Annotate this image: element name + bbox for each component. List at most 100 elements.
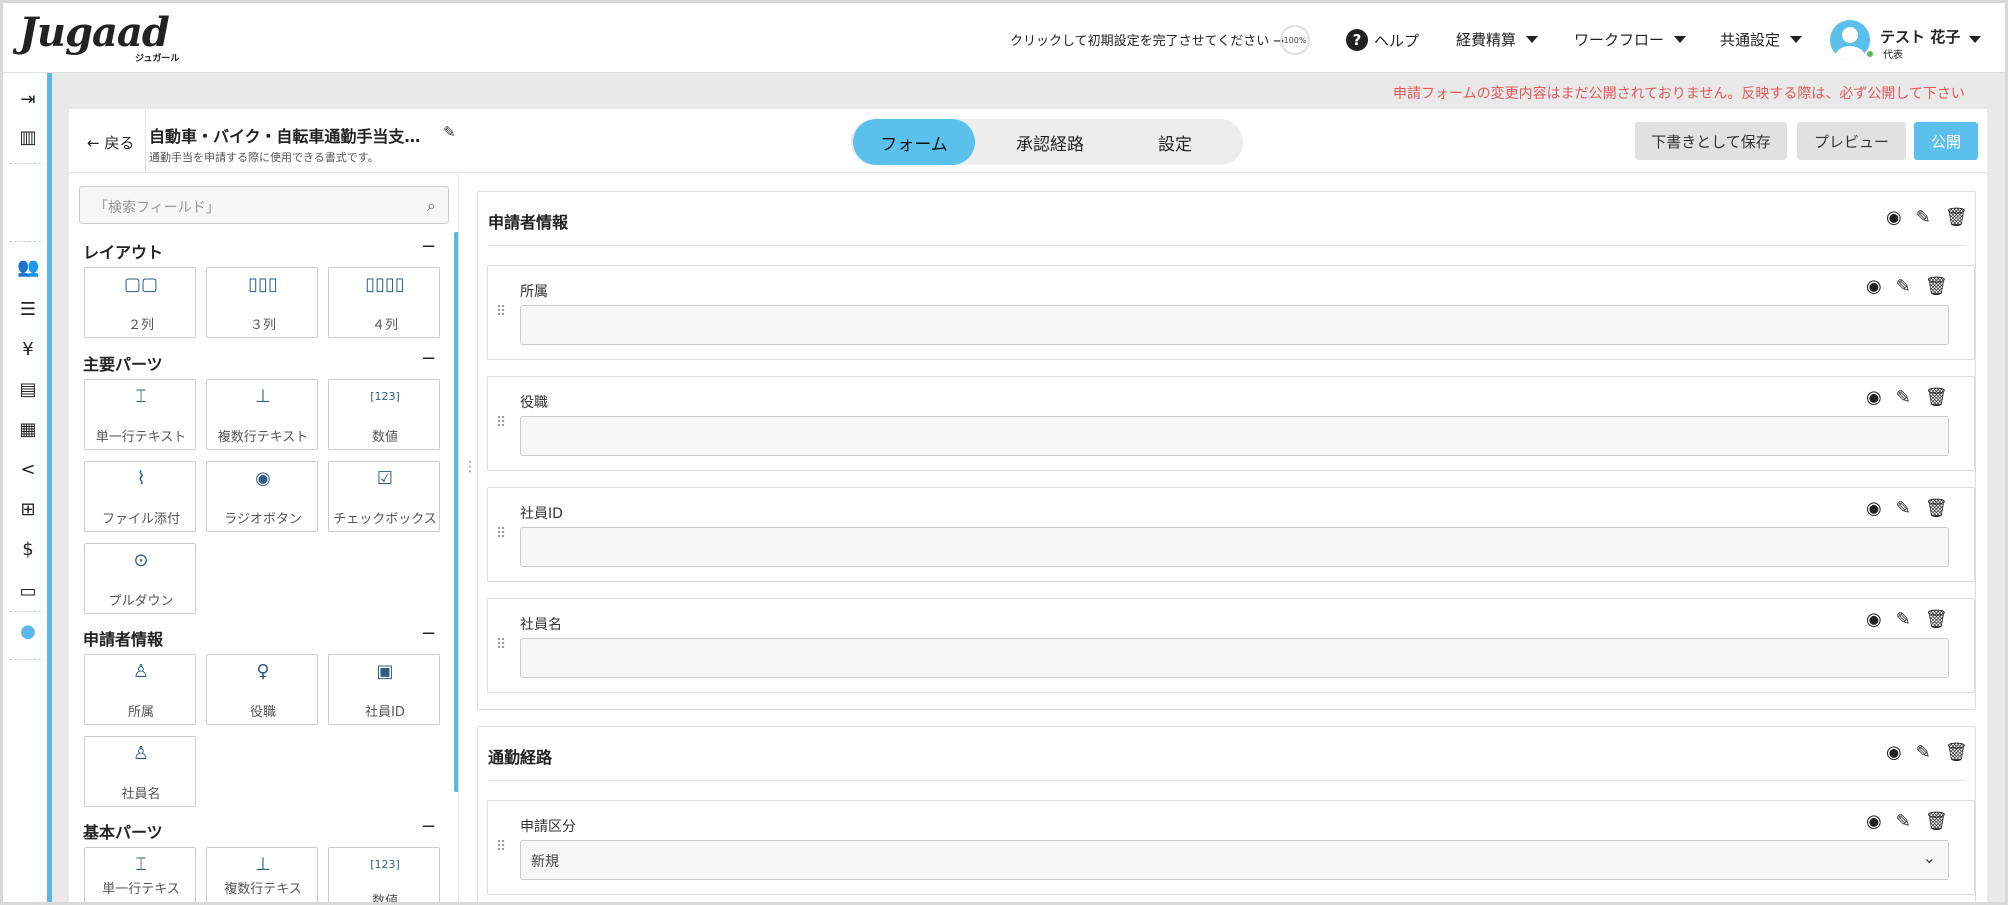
trash-icon[interactable]: 🗑 [1925, 276, 1948, 297]
field-search-input[interactable]: 「検索フィールド」 ⌕ [79, 186, 449, 224]
back-button[interactable]: ← 戻る [87, 132, 134, 153]
preview-button[interactable]: プレビュー [1797, 122, 1906, 160]
tile-employee-name[interactable]: ♙ 社員名 [84, 736, 196, 807]
edit-title-pencil-icon[interactable]: ✎ [443, 123, 456, 141]
field-application-type[interactable]: ⠿ 申請区分 ◉ ✎ 🗑 新規 ⌄ [487, 800, 1975, 895]
pencil-icon[interactable]: ✎ [1896, 387, 1911, 408]
users-icon[interactable]: 👥 [17, 257, 39, 279]
chevron-down-icon: ⌄ [1922, 848, 1936, 867]
dollar-doc-icon[interactable]: $ [17, 539, 39, 561]
menu-expense[interactable]: 経費精算 [1456, 29, 1539, 50]
drag-handle-icon[interactable]: ⠿ [496, 526, 506, 542]
share-icon[interactable]: < [17, 459, 39, 481]
trash-icon[interactable]: 🗑 [1925, 387, 1948, 408]
receipt-icon[interactable]: ▤ [17, 379, 39, 401]
help-label: ヘルプ [1374, 31, 1420, 50]
text-input-icon: ⌶ [135, 854, 147, 875]
tile-2-columns[interactable]: ▢▢ ２列 [84, 267, 196, 338]
pencil-icon[interactable]: ✎ [1916, 207, 1931, 228]
trash-icon[interactable]: 🗑 [1945, 207, 1968, 228]
field-position[interactable]: ⠿ 役職 ◉ ✎ 🗑 [487, 376, 1975, 471]
book-icon[interactable]: ▦ [17, 419, 39, 441]
publish-button[interactable]: 公開 [1914, 122, 1978, 160]
three-column-icon: ▯▯▯ [248, 274, 278, 295]
tile-checkbox[interactable]: ☑ チェックボックス [328, 461, 440, 532]
tile-single-line-text[interactable]: ⌶ 単一行テキスト [84, 379, 196, 450]
tile-file-attach[interactable]: ⌇ ファイル添付 [84, 461, 196, 532]
trash-icon[interactable]: 🗑 [1925, 498, 1948, 519]
pencil-icon[interactable]: ✎ [1916, 742, 1931, 763]
setup-progress[interactable]: 100% [1280, 25, 1310, 55]
field-actions: ◉ ✎ 🗑 [1866, 811, 1948, 832]
tab-approval-route[interactable]: 承認経路 [985, 119, 1115, 165]
menu-workflow[interactable]: ワークフロー [1574, 29, 1687, 50]
eye-icon[interactable]: ◉ [1866, 811, 1882, 832]
rail-divider [9, 659, 41, 660]
eye-icon[interactable]: ◉ [1866, 498, 1882, 519]
help-link[interactable]: ? ヘルプ [1346, 29, 1419, 51]
manual-icon[interactable]: ▭ [17, 581, 39, 603]
field-input[interactable] [520, 527, 1949, 567]
palette-icon[interactable]: ● [17, 621, 39, 643]
pencil-icon[interactable]: ✎ [1896, 609, 1911, 630]
tile-position[interactable]: ♀ 役職 [206, 654, 318, 725]
panel-resize-handle[interactable]: ⋮⋮ [460, 459, 477, 483]
user-name[interactable]: テスト 花子 [1880, 26, 1960, 47]
textarea-icon: ⊥ [255, 854, 271, 875]
trash-icon[interactable]: 🗑 [1945, 742, 1968, 763]
tile-radio-button[interactable]: ◉ ラジオボタン [206, 461, 318, 532]
tile-number[interactable]: [123] 数値 [328, 379, 440, 450]
eye-icon[interactable]: ◉ [1886, 207, 1902, 228]
table-icon[interactable]: ⊞ [17, 499, 39, 521]
pencil-icon[interactable]: ✎ [1896, 498, 1911, 519]
tile-employee-id[interactable]: ▣ 社員ID [328, 654, 440, 725]
trash-icon[interactable]: 🗑 [1925, 811, 1948, 832]
setup-prompt[interactable]: クリックして初期設定を完了させてください → [1010, 30, 1284, 49]
tile-number[interactable]: [123] 数値 [328, 847, 440, 902]
eye-icon[interactable]: ◉ [1886, 742, 1902, 763]
tile-multi-line-text[interactable]: ⊥ 複数行テキス [206, 847, 318, 902]
eye-icon[interactable]: ◉ [1866, 276, 1882, 297]
drag-handle-icon[interactable]: ⠿ [496, 304, 506, 320]
drag-handle-icon[interactable]: ⠿ [496, 839, 506, 855]
field-label: 役職 [520, 395, 548, 411]
save-draft-button[interactable]: 下書きとして保存 [1635, 122, 1787, 160]
drag-handle-icon[interactable]: ⠿ [496, 415, 506, 431]
tab-form[interactable]: フォーム [853, 119, 975, 165]
tile-3-columns[interactable]: ▯▯▯ ３列 [206, 267, 318, 338]
drag-handle-icon[interactable]: ⠿ [496, 637, 506, 653]
field-employee-name[interactable]: ⠿ 社員名 ◉ ✎ 🗑 [487, 598, 1975, 693]
editor-topbar: ← 戻る 自動車・バイク・自転車通勤手当支… 通勤手当を申請する際に使用できる書… [69, 109, 1987, 173]
trash-icon[interactable]: 🗑 [1925, 609, 1948, 630]
list-icon[interactable]: ☰ [17, 299, 39, 321]
user-menu-caret-icon[interactable] [1969, 36, 1981, 43]
menu-expand-icon[interactable]: ⇥ [17, 89, 39, 111]
collapse-icon[interactable]: − [421, 348, 436, 369]
tab-settings[interactable]: 設定 [1115, 119, 1235, 165]
menu-common-settings[interactable]: 共通設定 [1720, 29, 1803, 50]
logo[interactable]: Jugaad ジュガール [19, 13, 189, 65]
tile-dropdown[interactable]: ⊙ プルダウン [84, 543, 196, 614]
collapse-icon[interactable]: − [421, 236, 436, 257]
pencil-icon[interactable]: ✎ [1896, 811, 1911, 832]
palette-scrollbar[interactable] [454, 232, 458, 792]
tile-label: ３列 [249, 318, 276, 333]
pencil-icon[interactable]: ✎ [1896, 276, 1911, 297]
building-icon[interactable]: ▥ [17, 127, 39, 149]
application-type-select[interactable]: 新規 ⌄ [520, 840, 1949, 880]
tile-multi-line-text[interactable]: ⊥ 複数行テキスト [206, 379, 318, 450]
tile-department[interactable]: ♙ 所属 [84, 654, 196, 725]
collapse-icon[interactable]: − [421, 623, 436, 644]
tile-4-columns[interactable]: ▯▯▯▯ ４列 [328, 267, 440, 338]
field-input[interactable] [520, 638, 1949, 678]
tile-single-line-text[interactable]: ⌶ 単一行テキス [84, 847, 196, 902]
field-input[interactable] [520, 416, 1949, 456]
yen-icon[interactable]: ¥ [17, 339, 39, 361]
field-input[interactable] [520, 305, 1949, 345]
eye-icon[interactable]: ◉ [1866, 609, 1882, 630]
field-department[interactable]: ⠿ 所属 ◉ ✎ 🗑 [487, 265, 1975, 360]
eye-icon[interactable]: ◉ [1866, 387, 1882, 408]
avatar[interactable] [1830, 20, 1870, 60]
field-employee-id[interactable]: ⠿ 社員ID ◉ ✎ 🗑 [487, 487, 1975, 582]
collapse-icon[interactable]: − [421, 816, 436, 837]
